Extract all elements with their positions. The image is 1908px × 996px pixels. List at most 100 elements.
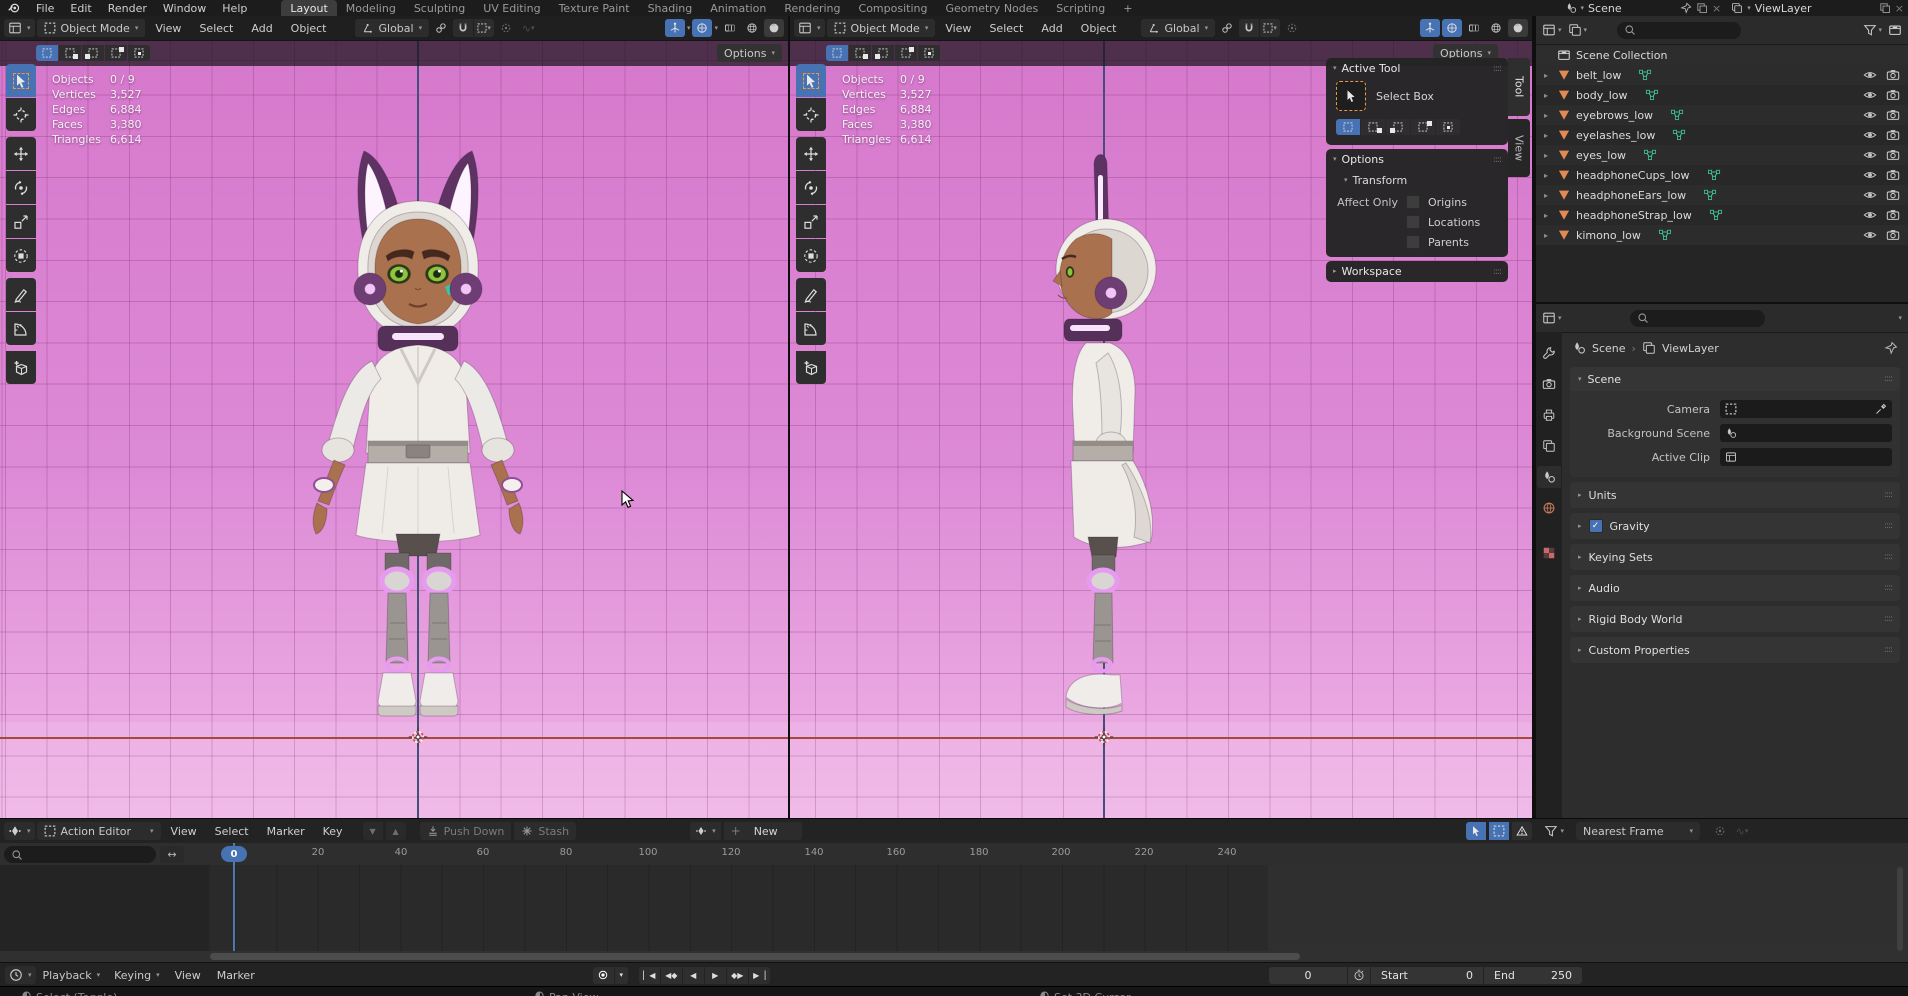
dope-sheet-content[interactable] — [0, 865, 1908, 951]
section-gravity[interactable]: ▸✓Gravity:::: — [1570, 513, 1900, 539]
panel-drag-dots[interactable]: :::: — [1884, 645, 1892, 655]
disable-in-render-icon[interactable] — [1886, 68, 1900, 82]
show-hidden-toggle[interactable] — [1489, 822, 1509, 840]
mode-dropdown[interactable]: Object Mode▾ — [827, 19, 936, 37]
blender-logo-icon[interactable] — [0, 2, 28, 14]
panel-drag-dots[interactable]: :::: — [1884, 583, 1892, 593]
tool-select-box[interactable] — [6, 64, 36, 97]
current-frame-indicator[interactable]: 0 — [221, 846, 247, 862]
tab-scene-properties[interactable] — [1537, 466, 1561, 488]
section-rigid-body-world[interactable]: ▸Rigid Body World:::: — [1570, 606, 1900, 632]
view-menu[interactable]: View — [937, 22, 979, 35]
disable-in-render-icon[interactable] — [1886, 148, 1900, 162]
hide-in-viewport-icon[interactable] — [1863, 168, 1877, 182]
jump-to-end-button[interactable]: ▶▕ — [749, 967, 770, 984]
viewlayer-selector[interactable]: ▾ ViewLayer × — [1731, 2, 1904, 15]
tool-cursor[interactable] — [6, 98, 36, 131]
snap-settings-button[interactable]: ▾ — [1260, 19, 1280, 37]
view-menu[interactable]: View — [163, 825, 205, 838]
pivot-point-button[interactable] — [1217, 19, 1237, 37]
transform-orientation-dropdown[interactable]: Global▾ — [1141, 19, 1216, 37]
outliner-row[interactable]: ▸headphoneStrap_low — [1536, 205, 1908, 225]
view-menu[interactable]: View — [167, 969, 209, 982]
timeline-ruler[interactable]: 20 40 60 80 100 120 140 160 180 200 220 … — [0, 843, 1908, 866]
move-action-up-button[interactable]: ▲ — [386, 822, 406, 840]
outliner-filter-button[interactable]: ▾ — [1863, 23, 1883, 37]
select-mode-invert-button[interactable] — [105, 45, 127, 61]
tab-view[interactable]: View — [1508, 119, 1530, 177]
new-collection-button[interactable] — [1888, 23, 1902, 37]
hide-in-viewport-icon[interactable] — [1863, 108, 1877, 122]
tab-uv-editing[interactable]: UV Editing — [474, 0, 549, 16]
play-button[interactable]: ▶ — [705, 967, 726, 984]
editor-type-button[interactable]: ▾ — [794, 19, 825, 37]
select-mode-intersect-button[interactable] — [128, 45, 150, 61]
tool-rotate[interactable] — [796, 171, 826, 204]
filter-button[interactable]: ▾ — [1544, 824, 1564, 838]
tool-add-cube[interactable] — [796, 351, 826, 384]
push-down-button[interactable]: Push Down — [420, 822, 512, 840]
hide-in-viewport-icon[interactable] — [1863, 228, 1877, 242]
tool-select-box[interactable] — [796, 64, 826, 97]
menu-help[interactable]: Help — [214, 2, 255, 15]
add-workspace-button[interactable]: + — [1114, 0, 1141, 16]
shading-wireframe-button[interactable] — [1486, 19, 1506, 37]
disable-in-render-icon[interactable] — [1886, 168, 1900, 182]
select-mode-intersect-button[interactable] — [1436, 119, 1460, 135]
options-header[interactable]: ▾ Options :::: — [1326, 149, 1508, 170]
scene-selector[interactable]: ▾ Scene × — [1565, 2, 1722, 15]
proportional-edit-button[interactable] — [1282, 19, 1302, 37]
marker-menu[interactable]: Marker — [259, 825, 313, 838]
panel-drag-dots[interactable]: :::: — [1493, 64, 1501, 74]
select-menu[interactable]: Select — [207, 825, 257, 838]
select-menu[interactable]: Select — [981, 22, 1031, 35]
expand-icon[interactable]: ▸ — [1540, 151, 1552, 160]
show-gizmo-button[interactable] — [665, 19, 685, 37]
transform-orientation-dropdown[interactable]: Global▾ — [355, 19, 430, 37]
locations-checkbox[interactable] — [1406, 215, 1420, 229]
expand-icon[interactable]: ▸ — [1540, 231, 1552, 240]
outliner-row[interactable]: ▸kimono_low — [1536, 225, 1908, 245]
active-tool-header[interactable]: ▾ Active Tool :::: — [1326, 58, 1508, 79]
horizontal-scrollbar[interactable] — [210, 953, 1300, 960]
tool-move[interactable] — [796, 137, 826, 170]
expand-icon[interactable]: ▸ — [1540, 211, 1552, 220]
expand-icon[interactable]: ▸ — [1540, 71, 1552, 80]
properties-editor-type[interactable]: ▾ — [1542, 311, 1562, 325]
menu-render[interactable]: Render — [100, 2, 155, 15]
tab-geometry-nodes[interactable]: Geometry Nodes — [936, 0, 1047, 16]
select-mode-extend-button[interactable] — [1361, 119, 1385, 135]
hide-in-viewport-icon[interactable] — [1863, 208, 1877, 222]
action-id-browse-button[interactable]: ▾ — [690, 822, 721, 840]
hide-in-viewport-icon[interactable] — [1863, 188, 1877, 202]
camera-field[interactable] — [1720, 400, 1892, 418]
character-front-view[interactable] — [268, 123, 568, 723]
tab-texture-paint[interactable]: Texture Paint — [550, 0, 639, 16]
expand-icon[interactable]: ▸ — [1540, 191, 1552, 200]
tab-render-properties[interactable] — [1537, 373, 1561, 395]
frame-start-field[interactable]: Start0 — [1371, 967, 1483, 984]
disable-in-render-icon[interactable] — [1886, 188, 1900, 202]
show-errors-toggle[interactable] — [1512, 822, 1532, 840]
show-overlays-button[interactable] — [1442, 19, 1462, 37]
show-gizmo-button[interactable] — [1420, 19, 1440, 37]
tool-measure[interactable] — [796, 312, 826, 345]
select-mode-subtract-button[interactable] — [82, 45, 104, 61]
marker-menu[interactable]: Marker — [209, 969, 263, 982]
select-mode-new-button[interactable] — [826, 45, 848, 61]
use-preview-range-button[interactable] — [1348, 967, 1370, 984]
expand-icon[interactable]: ▸ — [1540, 131, 1552, 140]
channel-search-input[interactable] — [4, 846, 156, 863]
keying-menu[interactable]: Keying▾ — [107, 966, 166, 984]
select-mode-new-button[interactable] — [1336, 119, 1360, 135]
tab-layout[interactable]: Layout — [281, 0, 336, 16]
select-mode-subtract-button[interactable] — [1386, 119, 1410, 135]
shading-wireframe-button[interactable] — [742, 19, 762, 37]
editor-type-button[interactable]: ▾ — [4, 19, 35, 37]
remove-viewlayer-icon[interactable]: × — [1895, 2, 1904, 15]
tab-tool-properties[interactable] — [1537, 342, 1561, 364]
pin-id-button[interactable] — [1884, 341, 1898, 355]
current-frame-field[interactable]: 0 — [1269, 967, 1347, 984]
select-mode-subtract-button[interactable] — [872, 45, 894, 61]
tool-annotate[interactable] — [796, 278, 826, 311]
